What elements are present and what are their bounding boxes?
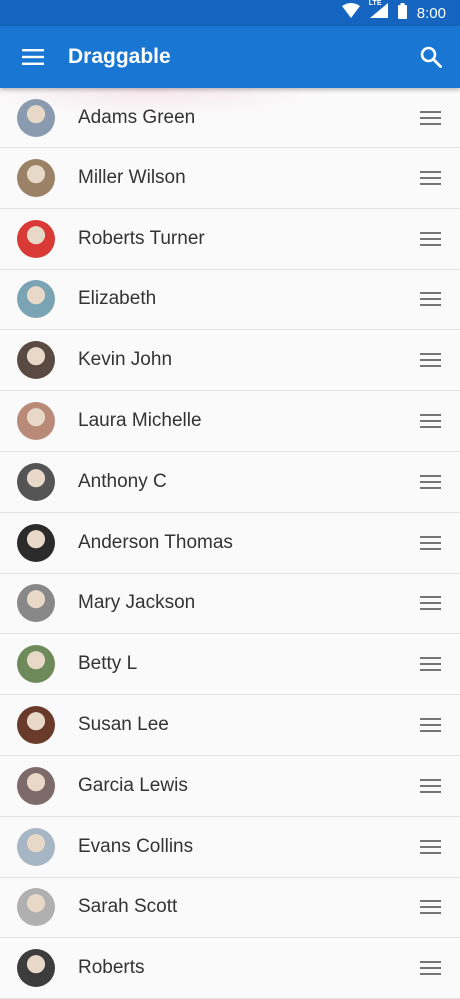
contact-name: Sarah Scott [78, 896, 178, 918]
menu-icon [22, 49, 44, 65]
contact-name: Susan Lee [78, 714, 169, 736]
contact-name: Garcia Lewis [78, 774, 188, 796]
drag-handle-icon [419, 170, 441, 185]
drag-handle[interactable] [410, 778, 450, 793]
list-item[interactable]: Susan Lee [0, 695, 460, 756]
contact-name: Mary Jackson [78, 592, 196, 614]
drag-handle-icon [419, 900, 441, 915]
page-title: Draggable [68, 45, 171, 68]
drag-handle-icon [419, 657, 441, 672]
avatar [17, 827, 55, 866]
drag-handle-icon [419, 292, 441, 307]
status-time: 8:00 [416, 4, 446, 22]
drag-handle[interactable] [410, 657, 450, 672]
drag-handle[interactable] [410, 353, 450, 368]
avatar [17, 158, 55, 197]
avatar [17, 402, 55, 441]
list-item[interactable]: Kevin John [0, 330, 460, 392]
drag-handle[interactable] [410, 414, 450, 429]
avatar [17, 462, 55, 501]
drag-handle[interactable] [410, 961, 450, 976]
drag-handle-icon [419, 231, 441, 246]
list-item[interactable]: Mary Jackson [0, 573, 460, 635]
drag-handle-icon [419, 596, 441, 611]
drag-handle-icon [419, 839, 441, 854]
contact-name: Adams Green [78, 106, 196, 128]
contact-name: Anderson Thomas [78, 531, 233, 553]
signal-icon: LTE [368, 0, 388, 23]
drag-handle[interactable] [410, 900, 450, 915]
avatar [17, 523, 55, 562]
contact-name: Elizabeth [78, 288, 157, 310]
list-item[interactable]: Roberts Turner [0, 208, 460, 270]
drag-handle[interactable] [410, 535, 450, 550]
search-icon [420, 46, 442, 68]
contact-name: Evans Collins [78, 835, 194, 857]
avatar [17, 219, 55, 258]
battery-icon [397, 2, 407, 24]
avatar [17, 280, 55, 319]
contact-name: Kevin John [78, 349, 173, 371]
wifi-icon [341, 3, 360, 23]
avatar [17, 645, 55, 684]
list-item[interactable]: Roberts [0, 938, 460, 999]
drag-handle[interactable] [410, 231, 450, 246]
list-item[interactable]: Anthony C [0, 451, 460, 513]
drag-handle[interactable] [410, 839, 450, 854]
contact-name: Roberts Turner [78, 227, 205, 249]
list-item[interactable]: Laura Michelle [0, 391, 460, 452]
contact-name: Betty L [78, 653, 138, 675]
list-item[interactable]: Anderson Thomas [0, 512, 460, 574]
status-bar: LTE 8:00 [0, 0, 460, 26]
list-item[interactable]: Evans Collins [0, 816, 460, 878]
avatar [17, 706, 55, 745]
menu-button[interactable] [18, 42, 48, 72]
avatar [17, 584, 55, 623]
drag-handle-icon [419, 718, 441, 733]
avatar [17, 341, 55, 380]
drag-handle-icon [419, 414, 441, 429]
contact-name: Roberts [78, 957, 145, 979]
list-item[interactable]: Miller Wilson [0, 148, 460, 209]
drag-handle[interactable] [410, 292, 450, 307]
list-item[interactable]: Betty L [0, 634, 460, 696]
drag-handle[interactable] [410, 110, 450, 125]
search-button[interactable] [416, 42, 446, 72]
contact-name: Anthony C [78, 470, 167, 492]
list-item[interactable]: Elizabeth [0, 269, 460, 331]
list-item[interactable]: Sarah Scott [0, 877, 460, 939]
drag-handle[interactable] [410, 718, 450, 733]
contact-list: Adams Green Miller Wilson Roberts Turner El… [0, 88, 460, 999]
drag-handle[interactable] [410, 596, 450, 611]
drag-handle-icon [419, 110, 441, 125]
drag-handle-icon [419, 961, 441, 976]
avatar [17, 766, 55, 805]
drag-handle-icon [419, 353, 441, 368]
drag-handle-icon [419, 474, 441, 489]
avatar [17, 949, 55, 988]
app-bar: Draggable [0, 26, 460, 88]
drag-handle-icon [419, 535, 441, 550]
drag-handle-icon [419, 778, 441, 793]
avatar [17, 888, 55, 927]
contact-name: Laura Michelle [78, 410, 202, 432]
drag-handle[interactable] [410, 170, 450, 185]
list-item[interactable]: Garcia Lewis [0, 755, 460, 817]
drag-handle[interactable] [410, 474, 450, 489]
network-label: LTE [368, 0, 382, 7]
list-item[interactable]: Adams Green [0, 88, 460, 148]
avatar [17, 98, 55, 137]
contact-name: Miller Wilson [78, 166, 186, 188]
